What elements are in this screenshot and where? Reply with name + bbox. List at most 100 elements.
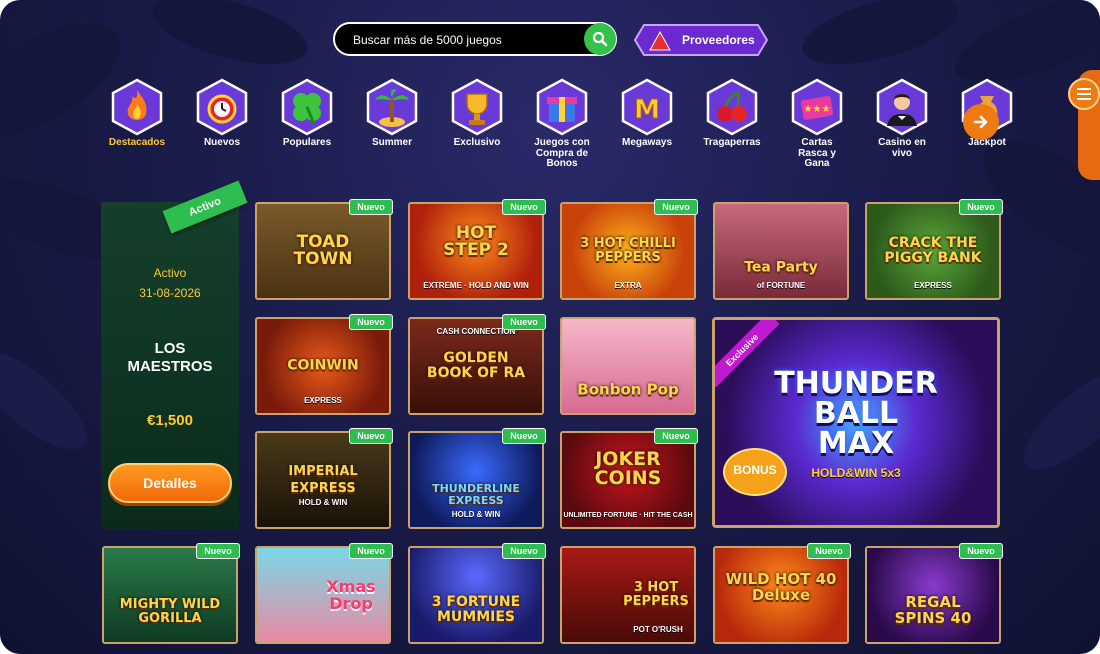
clover-icon xyxy=(281,78,333,136)
game-art xyxy=(562,319,694,413)
game-title: 3 HOT PEPPERS xyxy=(623,580,689,609)
new-badge: Nuevo xyxy=(959,199,1003,215)
game-subtitle: UNLIMITED FORTUNE · HIT THE CASH xyxy=(563,512,693,519)
cherries-icon xyxy=(706,78,758,136)
game-tile[interactable]: GOLDEN BOOK OF RA CASH CONNECTION xyxy=(408,317,544,415)
scratch-card-icon: ★★★ xyxy=(791,78,843,136)
new-badge: Nuevo xyxy=(349,428,393,444)
new-badge: Nuevo xyxy=(349,314,393,330)
game-title: THUNDER BALL MAX xyxy=(774,366,938,462)
category-label: Populares xyxy=(282,137,332,148)
game-art xyxy=(104,548,236,642)
promo-status: Activo xyxy=(153,266,187,280)
dealer-icon xyxy=(876,78,928,136)
category-nuevos[interactable]: Nuevos xyxy=(182,78,262,149)
search-bar[interactable] xyxy=(333,22,617,56)
category-label: Cartas Rasca y Gana xyxy=(798,137,836,169)
game-title: WILD HOT 40 Deluxe xyxy=(725,570,837,605)
game-title: Bonbon Pop xyxy=(577,380,679,398)
game-title: REGAL SPINS 40 xyxy=(894,593,972,628)
game-tile[interactable]: Xmas Drop xyxy=(255,546,391,644)
game-tile[interactable]: Bonbon Pop xyxy=(560,317,696,415)
trophy-icon xyxy=(451,78,503,136)
category-label: Jackpot xyxy=(968,137,1006,148)
category-destacados[interactable]: Destacados xyxy=(97,78,177,149)
game-tile[interactable]: CRACK THE PIGGY BANK EXPRESS xyxy=(865,202,1001,300)
m-letter-icon: M xyxy=(621,78,673,136)
new-badge: Nuevo xyxy=(502,428,546,444)
game-title: TOAD TOWN xyxy=(293,232,353,269)
game-title: THUNDERLINE EXPRESS xyxy=(432,482,520,508)
fire-icon xyxy=(111,78,163,136)
game-tile[interactable]: HOT STEP 2 EXTREME · HOLD AND WIN xyxy=(408,202,544,300)
new-badge: Nuevo xyxy=(502,543,546,559)
game-tile[interactable]: 3 HOT CHILLI PEPPERS EXTRA xyxy=(560,202,696,300)
category-label: Nuevos xyxy=(203,137,241,148)
game-title: MIGHTY WILD GORILLA xyxy=(119,596,221,626)
game-tile[interactable]: 3 FORTUNE MUMMIES xyxy=(408,546,544,644)
app-frame: Proveedores Destacados Nuevos Populares xyxy=(0,0,1100,654)
new-badge: Nuevo xyxy=(349,199,393,215)
category-label: Summer xyxy=(371,137,412,148)
game-tile[interactable]: THUNDERLINE EXPRESS HOLD & WIN xyxy=(408,431,544,529)
game-tile[interactable]: REGAL SPINS 40 xyxy=(865,546,1001,644)
game-title: IMPERIAL EXPRESS xyxy=(288,464,358,496)
categories-next-arrow-icon[interactable] xyxy=(963,104,999,140)
svg-text:★★★: ★★★ xyxy=(804,104,831,115)
game-title: CRACK THE PIGGY BANK xyxy=(884,235,982,266)
game-title: Tea Party xyxy=(744,259,818,276)
game-subtitle: EXPRESS xyxy=(304,396,342,405)
providers-label: Proveedores xyxy=(682,33,755,47)
category-label: Juegos con Compra de Bonos xyxy=(534,137,590,169)
game-tile[interactable]: IMPERIAL EXPRESS HOLD & WIN xyxy=(255,431,391,529)
game-subtitle: EXTREME · HOLD AND WIN xyxy=(423,281,529,290)
new-badge: Nuevo xyxy=(502,314,546,330)
game-title: COINWIN xyxy=(287,357,359,374)
new-badge: Nuevo xyxy=(959,543,1003,559)
alarm-clock-icon xyxy=(196,78,248,136)
game-tile[interactable]: JOKER COINS UNLIMITED FORTUNE · HIT THE C… xyxy=(560,431,696,529)
game-title: 3 FORTUNE MUMMIES xyxy=(431,594,521,626)
category-label: Destacados xyxy=(108,137,166,148)
new-badge: Nuevo xyxy=(502,199,546,215)
game-tile[interactable]: 3 HOT PEPPERS POT O'RUSH xyxy=(560,546,696,644)
palm-tree-icon xyxy=(366,78,418,136)
new-badge: Nuevo xyxy=(654,199,698,215)
game-tile[interactable]: COINWIN EXPRESS xyxy=(255,317,391,415)
game-tile[interactable]: WILD HOT 40 Deluxe xyxy=(713,546,849,644)
new-badge: Nuevo xyxy=(196,543,240,559)
category-bonus-buy[interactable]: Juegos con Compra de Bonos xyxy=(522,78,602,170)
category-summer[interactable]: Summer xyxy=(352,78,432,149)
game-title: JOKER COINS xyxy=(594,447,662,489)
category-exclusivo[interactable]: Exclusivo xyxy=(437,78,517,149)
game-tile[interactable]: TOAD TOWN xyxy=(255,202,391,300)
game-tile[interactable]: MIGHTY WILD GORILLA xyxy=(102,546,238,644)
search-icon[interactable] xyxy=(584,23,616,55)
featured-game-tile[interactable]: Exclusive THUNDER BALL MAX HOLD&WIN 5x3 … xyxy=(712,317,1000,528)
game-title: HOT STEP 2 xyxy=(443,222,509,260)
category-scratch[interactable]: ★★★ Cartas Rasca y Gana xyxy=(777,78,857,170)
details-button[interactable]: Detalles xyxy=(108,463,232,503)
providers-button[interactable]: Proveedores xyxy=(634,24,768,56)
search-input[interactable] xyxy=(351,24,575,56)
new-badge: Nuevo xyxy=(349,543,393,559)
game-title: Xmas Drop xyxy=(326,577,376,613)
game-subtitle: HOLD & WIN xyxy=(451,510,501,519)
new-badge: Nuevo xyxy=(807,543,851,559)
category-populares[interactable]: Populares xyxy=(267,78,347,149)
promo-amount: €1,500 xyxy=(147,412,193,429)
category-megaways[interactable]: M Megaways xyxy=(607,78,687,149)
svg-text:M: M xyxy=(634,95,660,125)
category-label: Tragaperras xyxy=(703,137,761,148)
category-label: Megaways xyxy=(621,137,673,148)
game-subtitle: POT O'RUSH xyxy=(633,625,683,634)
new-badge: Nuevo xyxy=(654,428,698,444)
hamburger-menu-icon[interactable] xyxy=(1068,78,1100,110)
game-subtitle: EXPRESS xyxy=(914,281,952,290)
game-tile[interactable]: Tea Party of FORTUNE xyxy=(713,202,849,300)
category-live-casino[interactable]: Casino en vivo xyxy=(862,78,942,159)
category-tragaperras[interactable]: Tragaperras xyxy=(692,78,772,149)
category-label: Exclusivo xyxy=(453,137,501,148)
game-subtitle: of FORTUNE xyxy=(756,281,806,290)
game-title: GOLDEN BOOK OF RA xyxy=(426,350,526,381)
